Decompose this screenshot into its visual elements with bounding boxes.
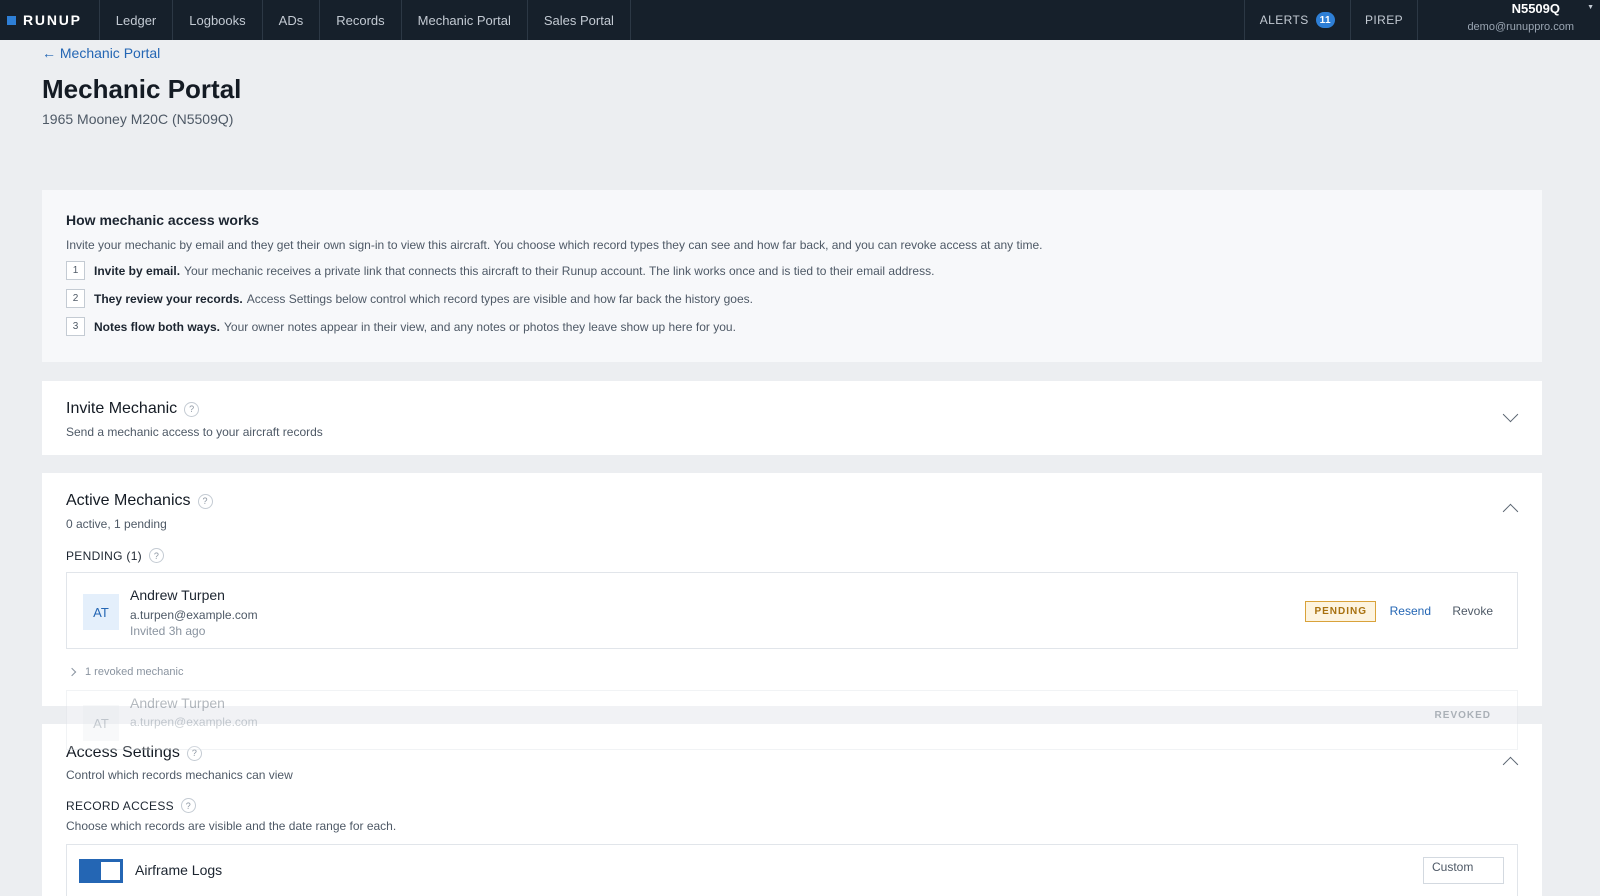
invite-subtitle: Send a mechanic access to your aircraft … [66, 425, 323, 439]
status-badge: REVOKED [1434, 710, 1491, 721]
brand-logo[interactable]: RUNUP [0, 0, 100, 40]
pending-label-text: PENDING (1) [66, 548, 142, 563]
record-access-label: RECORD ACCESS ? [66, 798, 196, 813]
chevron-up-icon[interactable] [1502, 503, 1519, 520]
mechanic-name: Andrew Turpen [130, 695, 225, 711]
invite-title: Invite Mechanic ? [66, 400, 200, 418]
revoked-mechanic-row: AT Andrew Turpen a.turpen@example.com RE… [66, 690, 1518, 750]
help-icon[interactable]: ? [180, 798, 196, 813]
date-range-select[interactable]: Custom [1423, 857, 1504, 884]
step-heading: Notes flow both ways. [94, 319, 221, 334]
step-number: 3 [66, 317, 85, 336]
nav-item-logbooks[interactable]: Logbooks [173, 0, 263, 40]
record-access-label-text: RECORD ACCESS [66, 798, 174, 813]
pending-label: PENDING (1) ? [66, 548, 164, 563]
step-item: 2 They review your records. Access Setti… [66, 289, 1518, 308]
help-icon[interactable]: ? [148, 548, 164, 563]
mechanic-name: Andrew Turpen [130, 587, 225, 603]
active-title: Active Mechanics ? [66, 492, 213, 510]
brand-name: RUNUP [23, 12, 82, 28]
chevron-up-icon[interactable] [1502, 756, 1519, 773]
account-email: demo@runuppro.com [1467, 21, 1574, 33]
step-item: 3 Notes flow both ways. Your owner notes… [66, 317, 1518, 336]
caret-down-icon: ▼ [1587, 4, 1594, 11]
avatar: AT [83, 705, 119, 741]
revoked-mechanics-toggle[interactable]: 1 revoked mechanic [67, 666, 184, 678]
back-link[interactable]: ← Mechanic Portal [42, 45, 160, 61]
account-tail-number: N5509Q [1511, 1, 1560, 16]
revoke-button[interactable]: Revoke [1452, 604, 1493, 618]
help-icon[interactable]: ? [184, 401, 200, 417]
step-heading: Invite by email. [94, 263, 181, 278]
info-description: Invite your mechanic by email and they g… [66, 238, 1043, 252]
mechanic-email: a.turpen@example.com [130, 608, 258, 622]
chevron-right-icon [67, 667, 77, 677]
alerts-count-badge: 11 [1315, 12, 1335, 28]
resend-button[interactable]: Resend [1390, 604, 1431, 618]
nav-item-ledger[interactable]: Ledger [100, 0, 174, 40]
alerts-button[interactable]: ALERTS 11 [1243, 0, 1351, 40]
account-menu[interactable]: N5509Q demo@runuppro.com ▼ [1418, 0, 1600, 40]
revoked-toggle-label: 1 revoked mechanic [85, 666, 184, 678]
top-nav: RUNUP Ledger Logbooks ADs Records Mechan… [0, 0, 1600, 40]
pirep-button[interactable]: PIREP [1351, 0, 1418, 40]
step-text: Access Settings below control which reco… [246, 291, 753, 306]
nav-item-sales-portal[interactable]: Sales Portal [528, 0, 631, 40]
access-subtitle: Control which records mechanics can view [66, 768, 293, 782]
step-number: 1 [66, 261, 85, 280]
record-access-description: Choose which records are visible and the… [66, 819, 397, 833]
help-icon[interactable]: ? [197, 493, 213, 509]
step-number: 2 [66, 289, 85, 308]
toggle-knob [101, 862, 120, 880]
how-it-works-card: How mechanic access works Invite your me… [42, 190, 1542, 362]
step-item: 1 Invite by email. Your mechanic receive… [66, 261, 1518, 280]
record-toggle[interactable] [79, 859, 123, 883]
alerts-label: ALERTS [1259, 13, 1309, 27]
chevron-down-icon[interactable] [1502, 406, 1519, 423]
active-title-text: Active Mechanics [66, 492, 191, 509]
nav-item-records[interactable]: Records [320, 0, 402, 40]
status-badge: PENDING [1305, 601, 1376, 622]
invite-mechanic-card[interactable]: Invite Mechanic ? Send a mechanic access… [42, 381, 1542, 455]
info-title: How mechanic access works [66, 212, 259, 228]
invited-time: Invited 3h ago [130, 624, 206, 638]
brand-square-icon [7, 15, 16, 25]
step-text: Your owner notes appear in their view, a… [224, 319, 736, 334]
page-title: Mechanic Portal [42, 74, 242, 104]
pending-mechanic-row: AT Andrew Turpen a.turpen@example.com In… [66, 572, 1518, 649]
nav-item-ads[interactable]: ADs [263, 0, 321, 40]
active-subtitle: 0 active, 1 pending [66, 517, 167, 531]
mechanic-email: a.turpen@example.com [130, 715, 258, 729]
record-access-row: Airframe Logs Custom [66, 844, 1518, 896]
invite-title-text: Invite Mechanic [66, 400, 178, 417]
nav-item-mechanic-portal[interactable]: Mechanic Portal [402, 0, 528, 40]
step-text: Your mechanic receives a private link th… [184, 263, 935, 278]
page-subtitle: 1965 Mooney M20C (N5509Q) [42, 111, 234, 127]
record-type-name: Airframe Logs [135, 862, 223, 878]
step-heading: They review your records. [94, 291, 243, 306]
avatar: AT [83, 594, 119, 630]
active-mechanics-card: Active Mechanics ? 0 active, 1 pending P… [42, 473, 1542, 706]
